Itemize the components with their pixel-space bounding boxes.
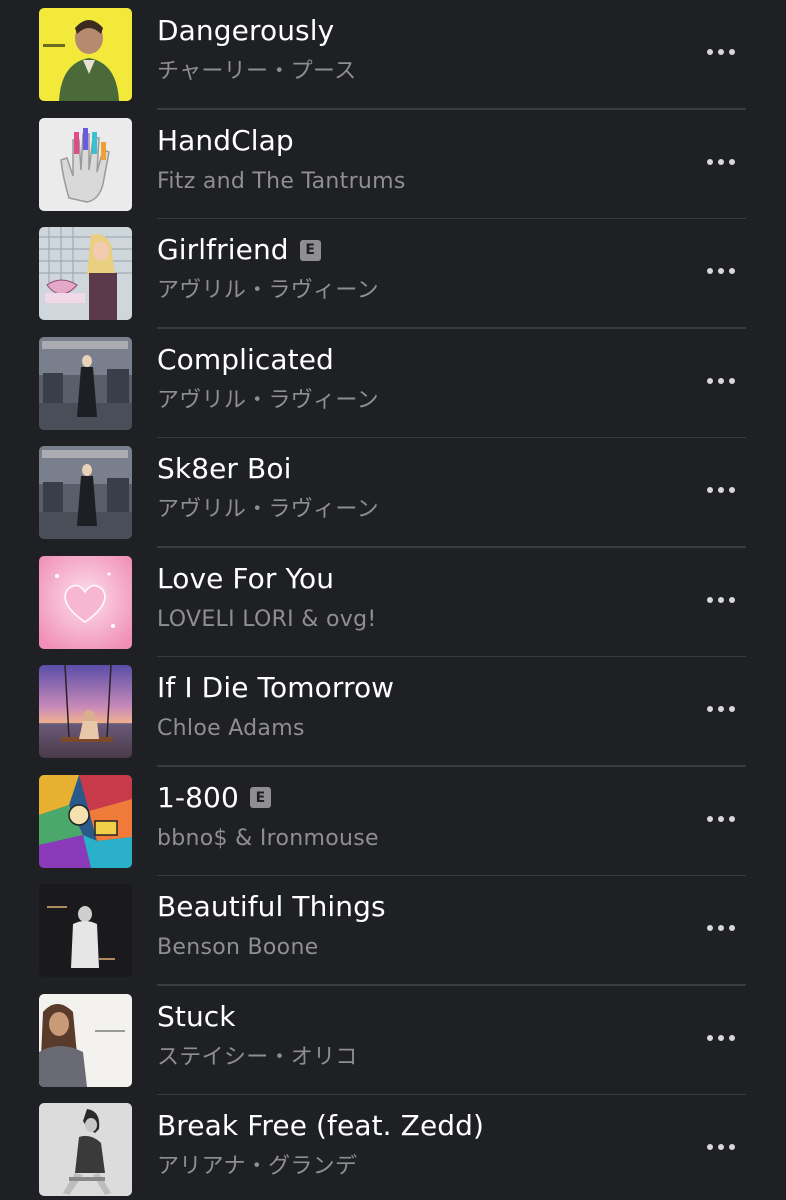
song-title: Love For You	[157, 561, 335, 595]
more-horizontal-icon[interactable]	[700, 1131, 742, 1163]
more-horizontal-icon[interactable]	[700, 693, 742, 725]
album-art-let-go[interactable]	[39, 446, 132, 539]
song-title: 1-800	[157, 780, 239, 814]
song-title: Beautiful Things	[157, 890, 386, 923]
more-horizontal-icon[interactable]	[700, 365, 742, 397]
more-horizontal-icon[interactable]	[700, 584, 742, 616]
more-horizontal-icon[interactable]	[700, 1022, 742, 1054]
explicit-badge: E	[299, 239, 321, 261]
song-row[interactable]: Dangerously チャーリー・プース	[0, 0, 786, 110]
song-row[interactable]: Beautiful Things Benson Boone	[0, 876, 786, 986]
song-artist: Chloe Adams	[157, 716, 305, 741]
song-row[interactable]: Love For You LOVELI LORI & ovg!	[0, 548, 786, 657]
song-title: If I Die Tomorrow	[157, 671, 395, 704]
album-art-dangerously[interactable]	[39, 8, 132, 101]
more-horizontal-icon[interactable]	[700, 474, 742, 506]
song-title: Girlfriend	[157, 233, 289, 266]
song-title: Sk8er Boi	[157, 452, 292, 485]
album-art-love-for-you[interactable]	[39, 555, 132, 649]
song-title: Dangerously	[157, 14, 335, 47]
song-row[interactable]: Sk8er Boi アヴリル・ラヴィーン	[0, 438, 786, 548]
more-horizontal-icon[interactable]	[700, 255, 742, 287]
album-art-1-800[interactable]	[39, 774, 132, 868]
more-horizontal-icon[interactable]	[700, 146, 742, 178]
song-artist: アヴリル・ラヴィーン	[157, 497, 379, 522]
song-row[interactable]: Girlfriend E アヴリル・ラヴィーン	[0, 219, 786, 329]
song-artist: ステイシー・オリコ	[157, 1044, 358, 1070]
song-row[interactable]: If I Die Tomorrow Chloe Adams	[0, 657, 786, 767]
album-art-girlfriend[interactable]	[39, 227, 132, 320]
song-list: Dangerously チャーリー・プース HandClap Fitz and …	[0, 0, 786, 1200]
song-row[interactable]: Stuck ステイシー・オリコ	[0, 986, 786, 1095]
song-title: HandClap	[157, 123, 294, 157]
song-artist: アリアナ・グランデ	[157, 1154, 358, 1179]
song-artist: LOVELI LORI & ovg!	[157, 606, 377, 632]
song-title: Break Free (feat. Zedd)	[157, 1109, 485, 1142]
more-horizontal-icon[interactable]	[700, 912, 742, 944]
more-horizontal-icon[interactable]	[700, 803, 742, 835]
album-art-if-i-die-tomorrow[interactable]	[39, 665, 132, 758]
song-row[interactable]: HandClap Fitz and The Tantrums	[0, 110, 786, 219]
album-art-handclap[interactable]	[39, 117, 132, 211]
song-artist: bbno$ & Ironmouse	[157, 825, 379, 851]
album-art-stacie-orrico[interactable]	[39, 993, 132, 1087]
album-art-beautiful-things[interactable]	[39, 884, 132, 977]
song-artist: アヴリル・ラヴィーン	[157, 278, 379, 303]
song-title: Stuck	[157, 999, 236, 1033]
album-art-my-everything[interactable]	[39, 1103, 132, 1196]
song-row[interactable]: Complicated アヴリル・ラヴィーン	[0, 329, 786, 438]
song-row[interactable]: Break Free (feat. Zedd) アリアナ・グランデ	[0, 1095, 786, 1200]
song-artist: Benson Boone	[157, 935, 319, 960]
song-row[interactable]: 1-800 E bbno$ & Ironmouse	[0, 767, 786, 876]
song-artist: Fitz and The Tantrums	[157, 168, 406, 194]
album-art-let-go[interactable]	[39, 336, 132, 430]
song-artist: アヴリル・ラヴィーン	[157, 387, 379, 413]
song-title: Complicated	[157, 342, 334, 376]
more-horizontal-icon[interactable]	[700, 36, 742, 68]
explicit-badge: E	[249, 787, 271, 808]
song-artist: チャーリー・プース	[157, 59, 357, 84]
